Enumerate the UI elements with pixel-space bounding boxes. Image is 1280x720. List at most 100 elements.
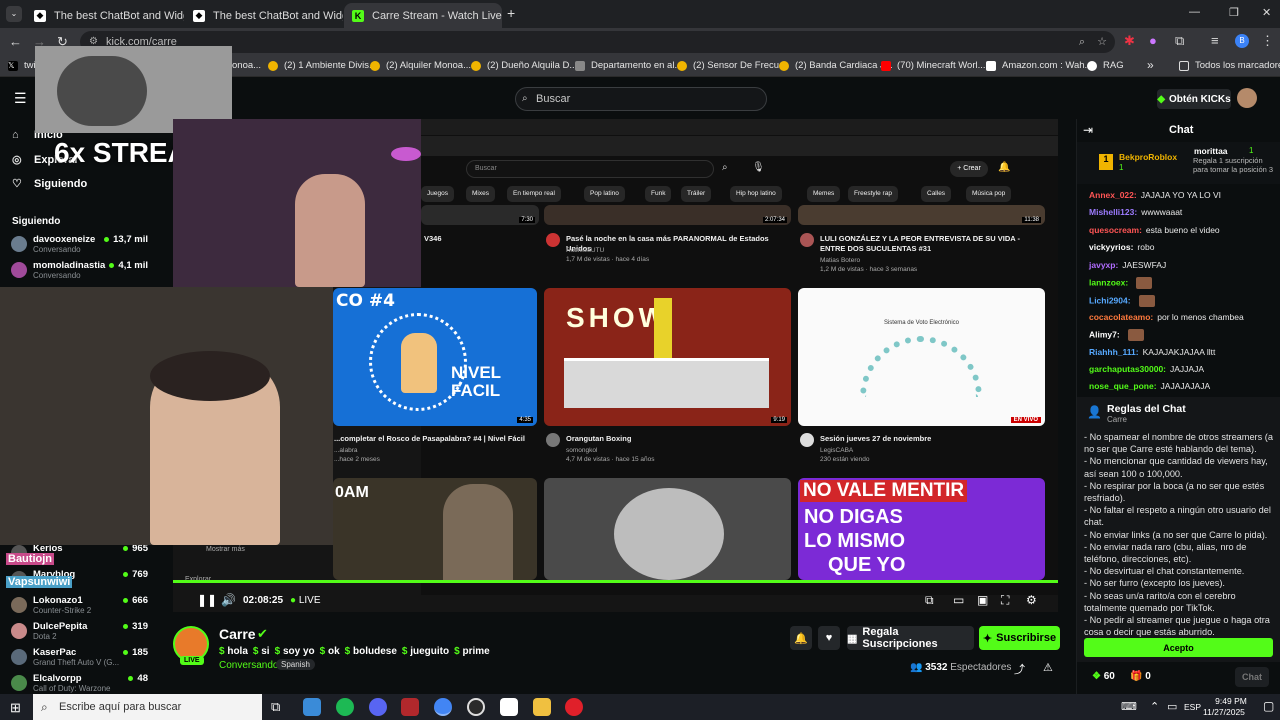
bookmark-item[interactable]: (2) Dueño Alquila D... — [471, 60, 577, 71]
browser-tab-2[interactable]: ◆ The best ChatBot and Widgets ✕ — [185, 3, 343, 28]
obs-app-icon[interactable] — [467, 698, 485, 716]
bookmark-item[interactable]: (2) Alquiler Monoa... — [370, 60, 471, 71]
input-language[interactable]: ESP — [1184, 702, 1201, 712]
theater-mode-icon[interactable]: ▭ — [953, 593, 964, 607]
task-view-icon[interactable]: ⧉ — [271, 699, 280, 715]
extension-icon[interactable]: ● — [1149, 33, 1157, 48]
tray-chevron-icon[interactable]: ⌃ — [1150, 700, 1159, 713]
chat-message[interactable]: nose_que_pone: JAJAJAJAJA — [1089, 381, 1210, 391]
fullscreen-icon[interactable]: ⛶ — [1001, 593, 1009, 608]
voicemod-app-icon[interactable] — [401, 698, 419, 716]
discord-app-icon[interactable] — [369, 698, 387, 716]
chat-message[interactable]: cocacolateamo: por lo menos chambea — [1089, 312, 1244, 322]
browser-tab-3-active[interactable]: K Carre Stream - Watch Live ✕ — [344, 3, 502, 28]
chat-message[interactable]: Lichi2904: — [1089, 295, 1155, 307]
chat-username[interactable]: Alimy7: — [1089, 329, 1120, 339]
extensions-icon[interactable]: ⧉ — [1175, 33, 1184, 49]
chat-message[interactable]: vickyyrios: robo — [1089, 242, 1154, 252]
share-icon[interactable]: ⤴ — [1014, 661, 1025, 677]
hamburger-menu-icon[interactable]: ☰ — [14, 90, 27, 107]
chat-message[interactable]: garchaputas30000: JAJJAJA — [1089, 364, 1204, 374]
keyboard-icon[interactable]: ⌨ — [1121, 700, 1137, 713]
clock-date[interactable]: 11/27/2025 — [1203, 707, 1245, 717]
gift-count[interactable]: 🎁 0 — [1130, 671, 1151, 682]
network-icon[interactable]: ▭ — [1167, 700, 1177, 713]
chat-username[interactable]: garchaputas30000: — [1089, 364, 1166, 374]
volume-icon[interactable]: 🔊 — [221, 593, 236, 607]
chat-username[interactable]: Riahhh_111: — [1089, 347, 1139, 357]
bookmark-star-icon[interactable]: ☆ — [1097, 31, 1107, 53]
more-bookmarks-button[interactable]: » — [1147, 58, 1154, 72]
restore-icon[interactable]: ❐ — [1229, 6, 1239, 19]
accept-rules-button[interactable]: Acepto — [1084, 638, 1273, 657]
close-window-icon[interactable]: ✕ — [1262, 6, 1271, 19]
report-icon[interactable]: ⚠ — [1043, 661, 1053, 674]
profile-avatar[interactable]: B — [1235, 34, 1249, 48]
chat-message[interactable]: Riahhh_111: KAJAJAKJAJAA lltt — [1089, 347, 1215, 357]
bookmark-item[interactable]: onoa... — [232, 60, 261, 71]
extension-icon[interactable]: ✱ — [1124, 33, 1135, 49]
notifications-bell-button[interactable]: 🔔 — [790, 626, 812, 650]
chat-username[interactable]: nose_que_pone: — [1089, 381, 1157, 391]
chrome-app-icon[interactable] — [434, 698, 452, 716]
chat-username[interactable]: cocacolateamo: — [1089, 312, 1153, 322]
chat-username[interactable]: lannzoex: — [1089, 277, 1128, 287]
taskbar-search-input[interactable]: ⌕ Escribe aquí para buscar — [33, 694, 262, 720]
picture-in-picture-icon[interactable]: ⧉ — [925, 593, 934, 608]
chat-username[interactable]: Annex_022: — [1089, 190, 1137, 200]
bookmark-item[interactable]: RAG — [1087, 60, 1124, 71]
all-bookmarks-folder[interactable]: Todos los marcadores — [1179, 60, 1280, 71]
notification-center-icon[interactable]: ▢ — [1263, 699, 1274, 713]
zoom-icon[interactable]: ⌕ — [1079, 31, 1085, 53]
collapse-chat-icon[interactable]: ⇥ — [1083, 123, 1093, 137]
follow-heart-button[interactable]: ♥ — [818, 626, 840, 650]
subscribe-button[interactable]: ✦ Suscribirse — [979, 626, 1060, 650]
recommended-channel-item[interactable]: Lokonazo1 Counter-Strike 2 666 — [8, 595, 148, 619]
gift-subscriptions-button[interactable]: ▦ Regala Suscripciones — [847, 626, 974, 650]
chat-message[interactable]: quesocream: esta bueno el video — [1089, 225, 1220, 235]
capcut-app-icon[interactable] — [500, 698, 518, 716]
copilot-app-icon[interactable] — [303, 698, 321, 716]
bookmark-item[interactable]: (2) 1 Ambiente Divis... — [268, 60, 377, 71]
chat-message[interactable]: javyxp: JAESWFAJ — [1089, 260, 1166, 270]
address-input[interactable]: ⚙ kick.com/carre ⌕ ☆ — [80, 31, 1115, 53]
chat-username[interactable]: vickyyrios: — [1089, 242, 1133, 252]
nav-siguiendo[interactable]: ♡ Siguiendo — [12, 177, 87, 191]
language-tag[interactable]: Spanish — [276, 659, 315, 670]
bookmark-item[interactable]: Departamento en al... — [575, 60, 682, 71]
send-chat-button[interactable]: Chat — [1235, 667, 1269, 687]
get-kicks-button[interactable]: ◆ Obtén KICKs — [1157, 89, 1231, 109]
streamer-name[interactable]: Carre — [219, 626, 256, 642]
chat-message[interactable]: lannzoex: — [1089, 277, 1153, 289]
reading-list-icon[interactable]: ≡ — [1211, 33, 1219, 48]
bookmark-item[interactable]: (2) Sensor De Frecu... — [677, 60, 787, 71]
user-avatar[interactable] — [1237, 88, 1257, 108]
chat-username[interactable]: Mishelli123: — [1089, 207, 1137, 217]
chat-message[interactable]: Mishelli123: wwwwaaat — [1089, 207, 1182, 217]
chat-username[interactable]: javyxp: — [1089, 260, 1118, 270]
file-explorer-icon[interactable] — [533, 698, 551, 716]
opera-app-icon[interactable] — [565, 698, 583, 716]
clip-icon[interactable]: ▣ — [977, 593, 988, 607]
stream-category-link[interactable]: Conversando — [219, 660, 278, 671]
pause-icon[interactable]: ❚❚ — [197, 593, 217, 607]
bookmark-item[interactable]: Amazon.com : Wah... — [986, 60, 1092, 71]
bookmark-item[interactable]: (2) Banda Cardiaca J... — [779, 60, 893, 71]
browser-tab-1[interactable]: ◆ The best ChatBot and Widgets ✕ — [26, 3, 184, 28]
channel-points[interactable]: ❖ 60 — [1092, 671, 1115, 682]
chat-message[interactable]: Alimy7: — [1089, 329, 1144, 341]
settings-gear-icon[interactable]: ⚙ — [1026, 593, 1037, 607]
recommended-channel-item[interactable]: DulcePepita Dota 2 319 — [8, 621, 148, 645]
bookmark-item[interactable]: 𝕏twi — [8, 60, 36, 71]
new-tab-icon[interactable]: + — [507, 5, 515, 21]
bookmark-item[interactable]: (70) Minecraft Worl... — [881, 60, 986, 71]
recommended-channel-item[interactable]: KaserPac Grand Theft Auto V (G... 185 — [8, 647, 148, 671]
back-icon[interactable]: ← — [9, 34, 22, 49]
chat-username[interactable]: quesocream: — [1089, 225, 1142, 235]
search-input[interactable]: ⌕ Buscar — [515, 87, 767, 111]
following-channel-item[interactable]: davooxeneize Conversando 13,7 mil — [8, 234, 148, 258]
spotify-app-icon[interactable] — [336, 698, 354, 716]
minimize-icon[interactable]: — — [1189, 6, 1200, 18]
chat-username[interactable]: Lichi2904: — [1089, 295, 1131, 305]
clock-time[interactable]: 9:49 PM — [1209, 696, 1253, 706]
